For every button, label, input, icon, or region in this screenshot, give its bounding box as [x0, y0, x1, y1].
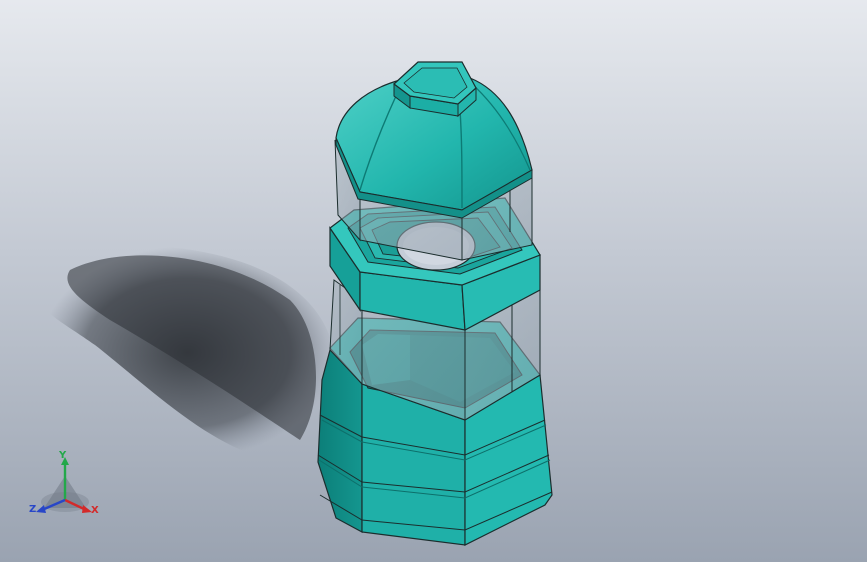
graphics-viewport[interactable]: Y X Z [0, 0, 867, 562]
y-axis-label: Y [59, 450, 67, 461]
x-axis-label: X [91, 505, 99, 516]
model-scene[interactable] [0, 0, 867, 562]
cast-shadow [39, 246, 336, 459]
z-axis-label: Z [29, 504, 37, 515]
